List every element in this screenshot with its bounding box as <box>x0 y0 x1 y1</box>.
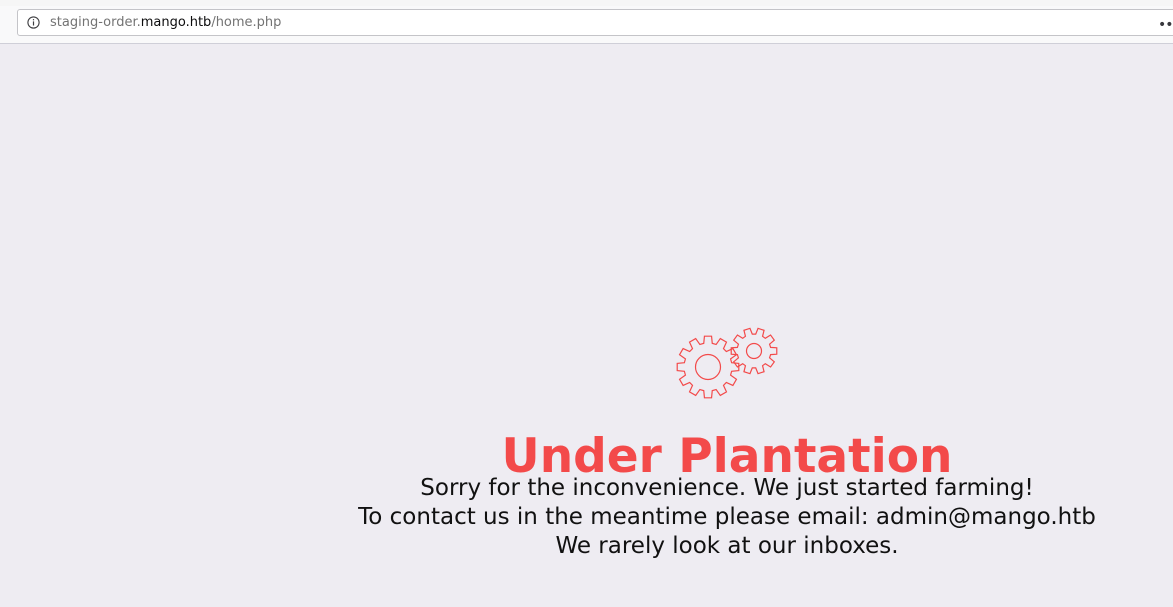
url-text[interactable]: staging-order.mango.htb/home.php <box>50 15 281 31</box>
large-gear-outline <box>676 335 740 399</box>
small-gear-icon <box>730 327 778 375</box>
large-gear-icon <box>676 335 740 399</box>
info-icon[interactable] <box>27 16 40 29</box>
message-line-1: Sorry for the inconvenience. We just sta… <box>420 475 1034 501</box>
message-block: Sorry for the inconvenience. We just sta… <box>330 474 1124 561</box>
page-content: Under Plantation Sorry for the inconveni… <box>0 44 1173 607</box>
url-prefix: staging-order. <box>50 15 141 30</box>
large-gear-hole <box>694 353 722 381</box>
url-host: mango.htb <box>140 15 212 30</box>
more-icon[interactable]: •• <box>1158 18 1173 32</box>
small-gear-hole <box>745 342 763 360</box>
browser-toolbar: staging-order.mango.htb/home.php •• <box>0 6 1173 44</box>
url-path: /home.php <box>211 15 282 30</box>
gears-icon <box>676 327 778 399</box>
small-gear-outline <box>730 327 778 375</box>
message-line-2: To contact us in the meantime please ema… <box>358 504 1096 530</box>
message-line-3: We rarely look at our inboxes. <box>555 533 899 559</box>
address-bar[interactable]: staging-order.mango.htb/home.php <box>17 9 1173 36</box>
